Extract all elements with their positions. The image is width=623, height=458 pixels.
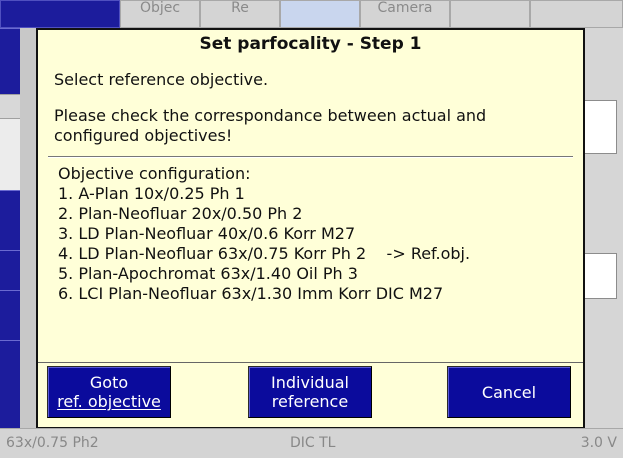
button-label-line2: ref. objective: [57, 392, 161, 411]
status-objective: 63x/0.75 Ph2: [6, 435, 99, 451]
divider: [48, 156, 573, 158]
button-label-line1: Individual: [271, 373, 349, 392]
left-nav-block[interactable]: [0, 190, 20, 251]
goto-ref-objective-button[interactable]: Goto ref. objective: [47, 366, 171, 418]
right-side-field[interactable]: [583, 100, 617, 154]
button-label-line2: reference: [271, 392, 349, 411]
tab-objectives[interactable]: Objec: [120, 0, 200, 28]
left-nav-block[interactable]: [0, 250, 20, 291]
warning-text-line1: Please check the correspondance between …: [54, 106, 487, 125]
list-item: 4. LD Plan-Neofluar 63x/0.75 Korr Ph 2 -…: [58, 244, 471, 263]
list-item: 2. Plan-Neofluar 20x/0.50 Ph 2: [58, 204, 303, 223]
tab-camera[interactable]: Camera: [360, 0, 450, 28]
parfocality-dialog: Set parfocality - Step 1 Select referenc…: [36, 28, 585, 428]
config-heading: Objective configuration:: [58, 164, 251, 183]
left-nav-panel: [0, 118, 20, 191]
dialog-button-bar: Goto ref. objective Individual reference…: [38, 362, 583, 427]
objective-list: 1. A-Plan 10x/0.25 Ph 1 2. Plan-Neofluar…: [58, 184, 470, 304]
left-nav-block[interactable]: [0, 340, 20, 429]
button-label-line1: Goto: [89, 373, 129, 392]
tab-blank-end[interactable]: [530, 0, 623, 28]
left-nav-light: [0, 94, 20, 119]
background-tab-bar: Objec Re Camera: [0, 0, 623, 28]
warning-text-line2: configured objectives!: [54, 126, 233, 145]
list-item: 3. LD Plan-Neofluar 40x/0.6 Korr M27: [58, 224, 356, 243]
button-label: Cancel: [481, 382, 537, 402]
cancel-button[interactable]: Cancel: [447, 366, 571, 418]
left-nav-block[interactable]: [0, 290, 20, 341]
list-item: 6. LCI Plan-Neofluar 63x/1.30 Imm Korr D…: [58, 284, 444, 303]
left-nav-block[interactable]: [0, 28, 20, 95]
right-side-panel: [583, 28, 623, 428]
status-bar: 63x/0.75 Ph2 DIC TL 3.0 V: [0, 428, 623, 458]
right-side-field[interactable]: [583, 253, 617, 299]
dialog-title: Set parfocality - Step 1: [199, 34, 422, 54]
tab-reflector[interactable]: Re: [200, 0, 280, 28]
list-item: 5. Plan-Apochromat 63x/1.40 Oil Ph 3: [58, 264, 358, 283]
tab-blank-middle[interactable]: [280, 0, 360, 28]
status-contrast: DIC TL: [290, 435, 336, 451]
status-voltage: 3.0 V: [580, 435, 617, 451]
list-item: 1. A-Plan 10x/0.25 Ph 1: [58, 184, 245, 203]
individual-reference-button[interactable]: Individual reference: [248, 366, 372, 418]
tab-blank-left[interactable]: [0, 0, 120, 28]
tab-blank-right[interactable]: [450, 0, 530, 28]
instruction-text: Select reference objective.: [54, 70, 269, 89]
